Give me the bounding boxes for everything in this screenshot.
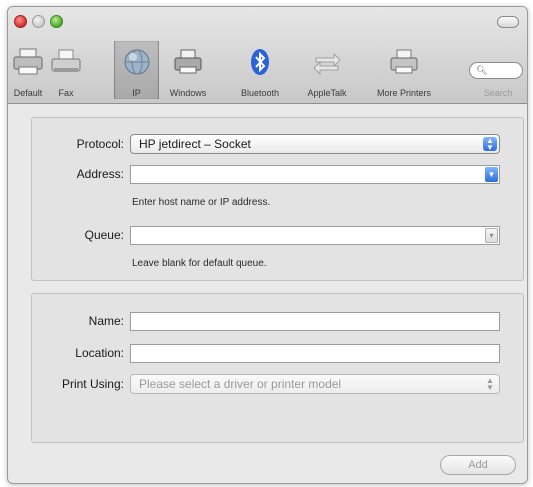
globe-icon [124,49,149,75]
minimize-window-button[interactable] [32,15,45,28]
toolbar-item-default[interactable]: Default [8,41,48,99]
zoom-window-button[interactable] [50,15,63,28]
popup-arrows-icon: ▲ ▼ [483,137,497,152]
toolbar-item-fax[interactable]: Fax [48,41,84,99]
name-label: Name: [88,314,124,328]
fax-icon [51,49,81,72]
queue-label: Queue: [84,228,124,242]
toolbar-label-windows: Windows [169,88,207,98]
queue-hint: Leave blank for default queue. [132,258,267,269]
toolbar-label-appletalk: AppleTalk [307,88,347,98]
address-history-button[interactable]: ▼ [485,167,498,182]
more-printers-icon [390,49,418,74]
toolbar-item-bluetooth[interactable]: Bluetooth [229,41,291,99]
add-button[interactable]: Add [440,455,516,475]
toolbar-item-ip[interactable]: IP [114,41,159,99]
bluetooth-icon [251,49,269,75]
toolbar: Default Fax IP Windows Bluetooth AppleTa… [8,7,527,104]
print-using-value: Please select a driver or printer model [139,377,342,391]
address-label: Address: [76,167,124,181]
search-label: Search [483,88,513,98]
windows-printer-icon [174,49,202,74]
protocol-label: Protocol: [76,137,124,151]
print-using-popup[interactable]: Please select a driver or printer model … [130,374,500,394]
protocol-popup[interactable]: HP jetdirect – Socket ▲ ▼ [130,134,500,154]
close-window-button[interactable] [14,15,27,28]
toolbar-label-default: Default [13,88,43,98]
toolbar-label-ip: IP [132,88,141,98]
toolbar-label-fax: Fax [58,88,74,98]
toolbar-toggle-button[interactable] [497,16,519,28]
address-field[interactable] [130,165,500,184]
search-icon: 🔍︎ [476,65,488,75]
name-field[interactable] [130,312,500,331]
queue-field[interactable] [130,226,500,245]
popup-arrows-icon: ▲ ▼ [486,376,494,392]
address-hint: Enter host name or IP address. [132,197,271,208]
toolbar-label-bluetooth: Bluetooth [240,88,280,98]
appletalk-icon [313,52,341,76]
toolbar-label-more-printers: More Printers [376,88,431,98]
default-printer-icon [13,48,43,75]
search-input[interactable]: 🔍︎ [469,62,523,79]
location-field[interactable] [130,344,500,363]
print-using-label: Print Using: [61,377,124,391]
add-printer-window: Default Fax IP Windows Bluetooth AppleTa… [7,6,528,484]
queue-history-button[interactable]: ▾ [485,228,498,243]
toolbar-item-more-printers[interactable]: More Printers [363,41,445,99]
location-label: Location: [75,346,124,360]
protocol-value: HP jetdirect – Socket [139,137,251,151]
toolbar-item-windows[interactable]: Windows [159,41,217,99]
toolbar-item-appletalk[interactable]: AppleTalk [294,41,360,99]
